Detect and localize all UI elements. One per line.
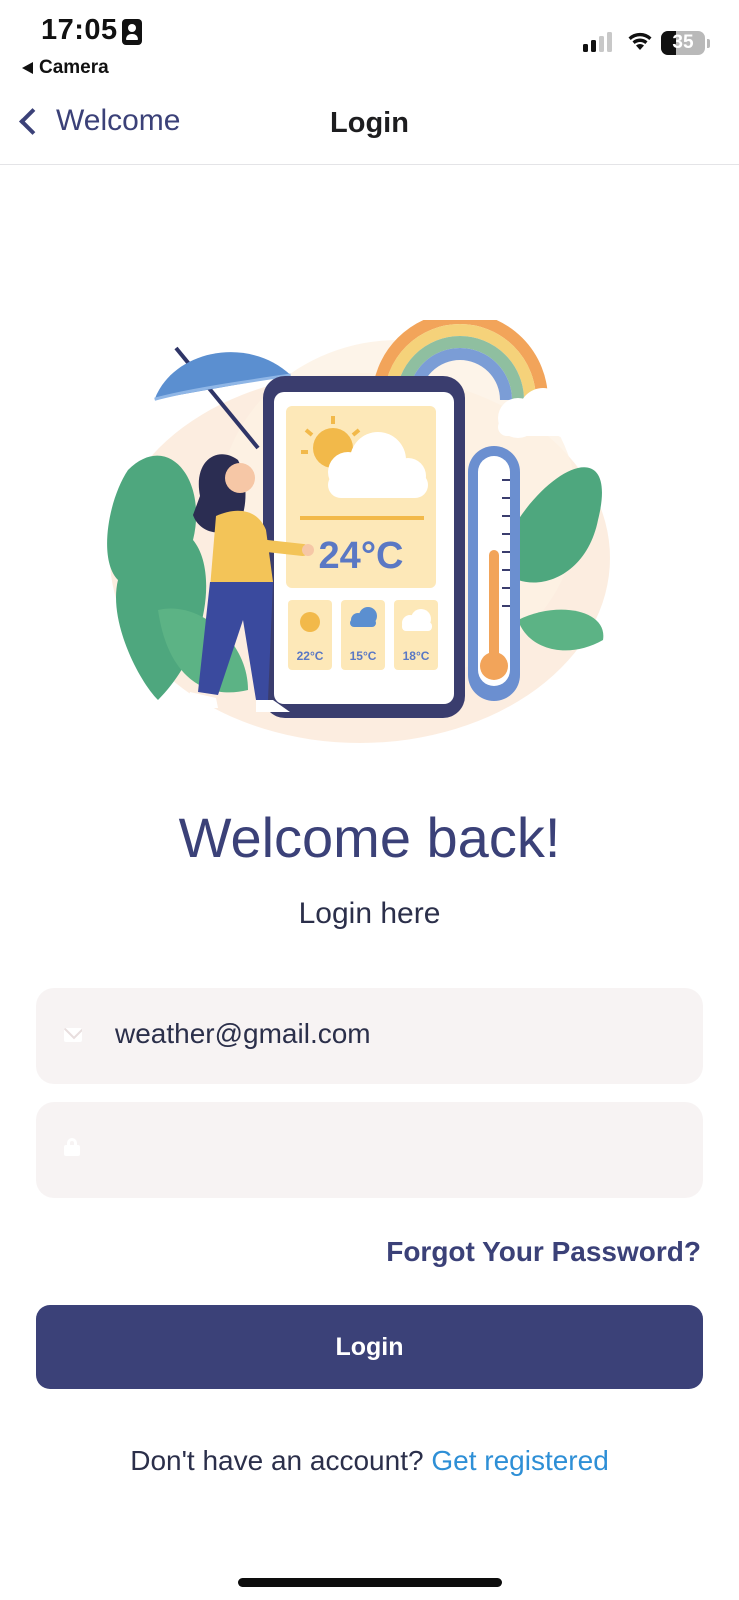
home-indicator[interactable] [238, 1578, 502, 1587]
email-value: weather@gmail.com [115, 1018, 371, 1049]
get-registered-link[interactable]: Get registered [431, 1445, 608, 1476]
nav-divider [0, 164, 739, 165]
status-time: 17:05 [41, 14, 118, 46]
email-field[interactable]: weather@gmail.com [36, 988, 703, 1084]
password-field[interactable] [36, 1102, 703, 1198]
forgot-password-link[interactable]: Forgot Your Password? [386, 1236, 701, 1268]
register-row: Don't have an account? Get registered [0, 1445, 739, 1477]
wifi-icon [628, 32, 652, 50]
login-button[interactable]: Login [36, 1305, 703, 1389]
nav-title: Login [330, 107, 409, 139]
battery-icon: 35 [661, 31, 705, 55]
login-subheadline: Login here [298, 897, 441, 930]
battery-percentage: 35 [672, 32, 694, 53]
battery-cap [707, 39, 710, 48]
register-prompt: Don't have an account? [130, 1445, 424, 1476]
mail-icon [64, 1028, 82, 1042]
welcome-headline: Welcome back! [178, 806, 561, 869]
forecast-temp-2: 15°C [350, 649, 377, 663]
thermometer-icon [468, 446, 520, 701]
forecast-temp-3: 18°C [403, 649, 430, 663]
lock-icon [64, 1138, 80, 1156]
back-to-camera-link[interactable]: Camera [22, 57, 109, 79]
back-triangle-icon [22, 62, 33, 74]
back-app-label: Camera [39, 57, 109, 78]
cellular-signal-icon [583, 32, 612, 52]
weather-illustration: 24°C 22°C 15°C 18°C [107, 320, 610, 743]
person-badge-icon [122, 19, 142, 45]
main-temperature: 24°C [319, 535, 404, 577]
forecast-temp-1: 22°C [297, 649, 324, 663]
